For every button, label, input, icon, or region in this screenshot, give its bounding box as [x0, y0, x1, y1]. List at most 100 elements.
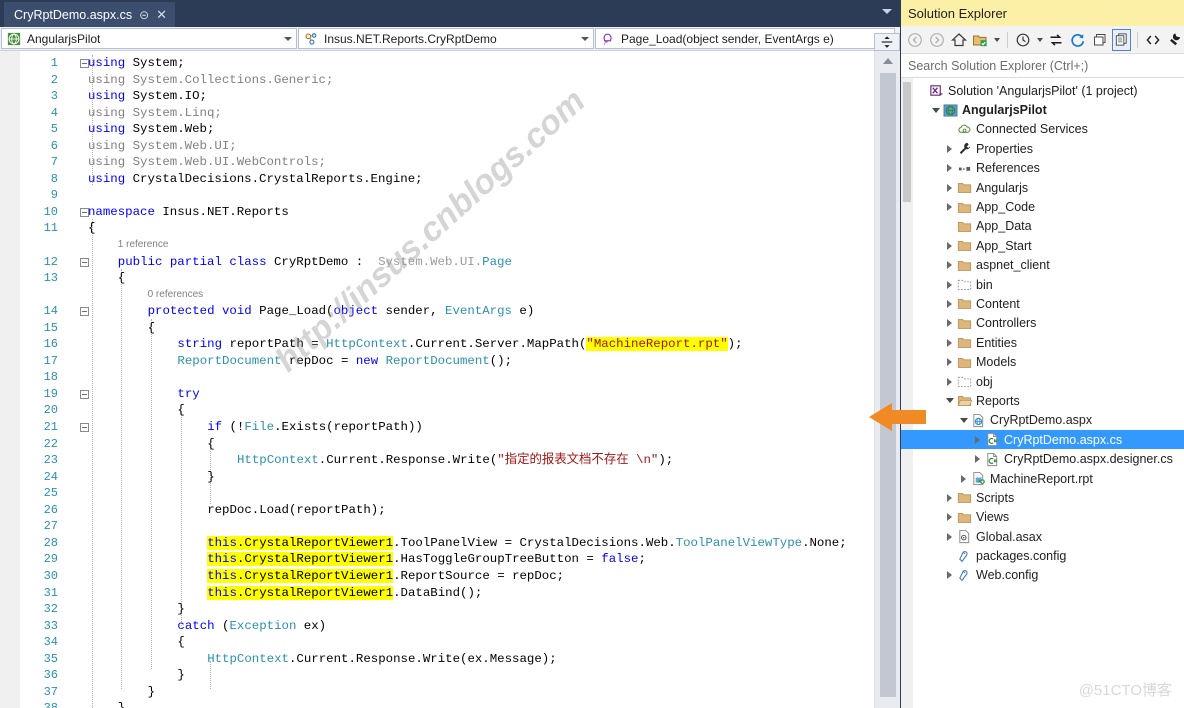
tree-item[interactable]: Scripts [901, 488, 1184, 507]
tree-item[interactable]: obj [901, 372, 1184, 391]
code-line[interactable]: 36} [0, 667, 874, 684]
code-line[interactable]: 20 { [0, 402, 874, 419]
code-line[interactable]: 31 this.CrystalReportViewer1.DataBind(); [0, 585, 874, 602]
code-line[interactable]: 15 { [0, 320, 874, 337]
member-dropdown[interactable]: Page_Load(object sender, EventArgs e) [595, 28, 895, 49]
solution-explorer-tree[interactable]: Solution 'AngularjsPilot' (1 project) Ang… [901, 78, 1184, 708]
code-line[interactable]: 6 using System.Web.UI; [0, 138, 874, 155]
tree-item[interactable]: MachineReport.rpt [901, 469, 1184, 488]
close-icon[interactable]: ✕ [156, 8, 167, 21]
back-icon[interactable] [906, 29, 925, 51]
code-line[interactable]: 5 using System.Web; [0, 121, 874, 138]
forward-icon[interactable] [928, 29, 947, 51]
project-dropdown[interactable]: AngularjsPilot [1, 28, 297, 49]
chevron-down-icon[interactable] [943, 398, 956, 404]
code-line[interactable]: 27 [0, 518, 874, 535]
split-editor-icon[interactable] [874, 33, 900, 51]
pin-icon[interactable]: ⊝ [139, 9, 149, 21]
code-line[interactable]: 26 repDoc.Load(reportPath); [0, 502, 874, 519]
code-line[interactable]: 35 HttpContext.Current.Response.Write(ex.… [0, 651, 874, 668]
code-line[interactable]: 3 using System.IO; [0, 88, 874, 105]
chevron-down-icon[interactable] [929, 107, 942, 113]
chevron-right-icon[interactable] [943, 532, 956, 541]
codelens-hint[interactable]: 0 references [148, 287, 204, 304]
collapse-toggle-icon[interactable] [80, 307, 89, 317]
tree-item[interactable]: Web.config [901, 566, 1184, 585]
collapse-toggle-icon[interactable] [80, 257, 89, 267]
code-line[interactable]: 38} [0, 700, 874, 708]
chevron-right-icon[interactable] [943, 358, 956, 367]
code-line[interactable]: 14 protected void Page_Load(object sender… [0, 303, 874, 320]
chevron-right-icon[interactable] [943, 261, 956, 270]
show-all-files-icon[interactable] [1111, 28, 1131, 51]
code-line[interactable]: 1 using System; [0, 55, 874, 72]
chevron-right-icon[interactable] [943, 571, 956, 580]
collapse-toggle-icon[interactable] [80, 423, 89, 433]
tree-item[interactable]: bin [901, 275, 1184, 294]
code-line[interactable]: 4 using System.Linq; [0, 105, 874, 122]
tree-item[interactable]: AngularjsPilot [901, 100, 1184, 119]
code-line[interactable]: 24} [0, 469, 874, 486]
tree-item-selected[interactable]: CryRptDemo.aspx.cs [901, 430, 1184, 450]
code-line[interactable]: 9 [0, 187, 874, 204]
chevron-right-icon[interactable] [943, 377, 956, 386]
chevron-down-icon[interactable] [280, 36, 296, 41]
tree-item[interactable]: Content [901, 294, 1184, 313]
tree-item[interactable]: CryRptDemo.aspx [901, 411, 1184, 430]
editor-vertical-scrollbar[interactable] [874, 51, 900, 708]
chevron-right-icon[interactable] [943, 319, 956, 328]
tree-item[interactable]: App_Code [901, 197, 1184, 216]
tree-item[interactable]: CryRptDemo.aspx.designer.cs [901, 449, 1184, 468]
tree-item[interactable]: References [901, 159, 1184, 178]
code-line[interactable]: 32} [0, 601, 874, 618]
code-line[interactable]: 23 HttpContext.Current.Response.Write("指定… [0, 452, 874, 469]
tree-item[interactable]: App_Data [901, 217, 1184, 236]
tree-item[interactable]: Controllers [901, 314, 1184, 333]
code-line[interactable]: 21 if (!File.Exists(reportPath)) [0, 419, 874, 436]
type-dropdown[interactable]: Insus.NET.Reports.CryRptDemo [298, 28, 594, 49]
tree-item[interactable]: Angularjs [901, 178, 1184, 197]
code-line[interactable]: 8 using CrystalDecisions.CrystalReports.E… [0, 171, 874, 188]
tree-item[interactable]: Solution 'AngularjsPilot' (1 project) [901, 81, 1184, 100]
code-line[interactable]: 17 ReportDocument repDoc = new ReportDocu… [0, 353, 874, 370]
chevron-right-icon[interactable] [943, 299, 956, 308]
chevron-right-icon[interactable] [943, 493, 956, 502]
solution-explorer-search[interactable]: Search Solution Explorer (Ctrl+;) [901, 54, 1184, 78]
view-code-icon[interactable] [1144, 29, 1163, 51]
code-line[interactable]: 7 using System.Web.UI.WebControls; [0, 154, 874, 171]
properties-wrench-icon[interactable] [1165, 29, 1184, 51]
scrollbar-thumb[interactable] [880, 73, 896, 697]
chevron-right-icon[interactable] [943, 513, 956, 522]
history-icon[interactable] [1014, 29, 1033, 51]
chevron-right-icon[interactable] [971, 435, 984, 444]
chevron-right-icon[interactable] [943, 144, 956, 153]
collapse-all-icon[interactable] [1090, 29, 1109, 51]
code-line[interactable]: 18 [0, 369, 874, 386]
chevron-right-icon[interactable] [943, 203, 956, 212]
chevron-down-icon[interactable] [957, 417, 970, 423]
code-line[interactable]: 22 { [0, 436, 874, 453]
chevron-right-icon[interactable] [943, 280, 956, 289]
chevron-right-icon[interactable] [943, 338, 956, 347]
tree-item[interactable]: Entities [901, 333, 1184, 352]
code-line[interactable]: 12 public partial class CryRptDemo : Syst… [0, 254, 874, 271]
chevron-down-icon[interactable] [882, 9, 892, 14]
collapse-toggle-icon[interactable] [80, 389, 89, 399]
code-line[interactable]: 11 { [0, 220, 874, 237]
tree-item[interactable]: Global.asax [901, 527, 1184, 546]
chevron-right-icon[interactable] [957, 474, 970, 483]
code-editor-surface[interactable]: 1 using System; 2 using System.Collections.… [0, 51, 874, 708]
code-line[interactable]: 37} [0, 684, 874, 701]
tree-item[interactable]: Views [901, 508, 1184, 527]
code-line[interactable]: 34 { [0, 634, 874, 651]
refresh-icon[interactable] [1069, 29, 1088, 51]
code-line[interactable]: 29 this.CrystalReportViewer1.HasToggleGro… [0, 551, 874, 568]
history-caret-icon[interactable] [1036, 29, 1044, 51]
code-line[interactable]: 13 { [0, 270, 874, 287]
scroll-up-icon[interactable] [883, 58, 893, 64]
home-icon[interactable] [949, 29, 968, 51]
tree-item[interactable]: Models [901, 352, 1184, 371]
code-line[interactable]: 16 string reportPath = HttpContext.Curren… [0, 336, 874, 353]
tree-item[interactable]: aspnet_client [901, 256, 1184, 275]
chevron-right-icon[interactable] [943, 183, 956, 192]
